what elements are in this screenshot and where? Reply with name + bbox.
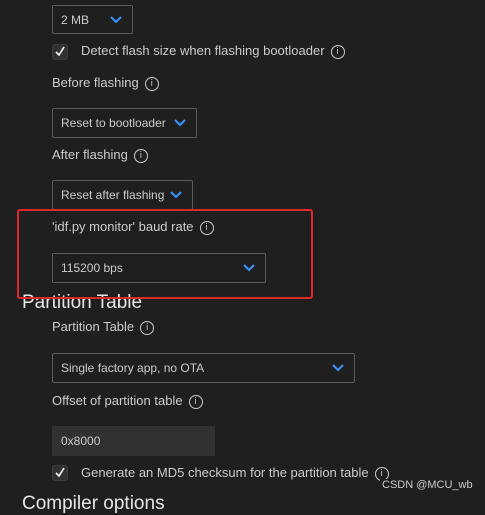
chevron-down-icon (110, 15, 122, 23)
before-flashing-label: Before flashing i (52, 75, 159, 91)
info-icon[interactable]: i (133, 148, 148, 163)
watermark: CSDN @MCU_wb (380, 479, 475, 491)
chevron-down-icon (332, 364, 344, 372)
info-icon[interactable]: i (330, 44, 345, 59)
partition-offset-label: Offset of partition table i (52, 393, 203, 409)
partition-offset-input[interactable]: 0x8000 (52, 426, 215, 456)
md5-checksum-label: Generate an MD5 checksum for the partiti… (81, 465, 389, 481)
info-icon[interactable]: i (188, 394, 203, 409)
checkmark-icon (55, 467, 65, 478)
info-icon[interactable]: i (144, 76, 159, 91)
highlight-box (17, 209, 313, 299)
partition-table-label: Partition Table i (52, 319, 155, 335)
chevron-down-icon (170, 191, 182, 199)
detect-flash-checkbox[interactable] (52, 44, 68, 60)
before-flashing-dropdown[interactable]: Reset to bootloader (52, 108, 197, 138)
partition-table-value: Single factory app, no OTA (61, 361, 205, 375)
flash-size-dropdown[interactable]: 2 MB (52, 5, 133, 34)
after-flashing-value: Reset after flashing (61, 188, 165, 202)
md5-checksum-checkbox[interactable] (52, 465, 68, 481)
next-section-heading: Compiler options (22, 493, 165, 514)
after-flashing-label: After flashing i (52, 147, 148, 163)
after-flashing-dropdown[interactable]: Reset after flashing (52, 180, 193, 210)
checkmark-icon (55, 46, 65, 57)
chevron-down-icon (174, 119, 186, 127)
partition-table-dropdown[interactable]: Single factory app, no OTA (52, 353, 355, 383)
before-flashing-value: Reset to bootloader (61, 116, 166, 130)
detect-flash-label: Detect flash size when flashing bootload… (81, 43, 345, 59)
info-icon[interactable]: i (140, 320, 155, 335)
flash-size-value: 2 MB (61, 12, 90, 27)
